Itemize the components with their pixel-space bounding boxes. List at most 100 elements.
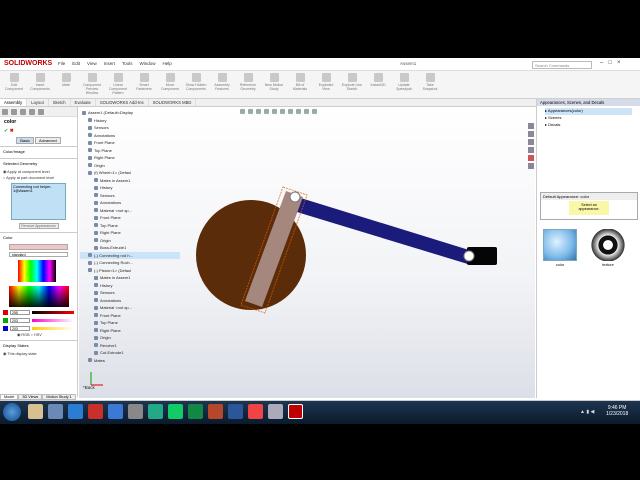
zoom-area-icon[interactable]	[248, 109, 253, 114]
tree-item[interactable]: Sensors	[80, 192, 180, 200]
previous-view-icon[interactable]	[256, 109, 261, 114]
connecting-rod-part[interactable]	[287, 195, 471, 265]
tree-item[interactable]: (-) Connecting Rod<...	[80, 259, 180, 267]
color-mode-dropdown[interactable]: standard	[9, 252, 68, 257]
file-explorer-icon[interactable]	[528, 139, 534, 145]
ribbon-button-update-speedpak[interactable]: Update Speedpak	[393, 73, 415, 97]
selected-entities-list[interactable]: Connecting rod helper-1@Assem1	[11, 183, 66, 220]
close-icon[interactable]: ×	[617, 60, 621, 66]
tree-item[interactable]: Mates	[80, 357, 180, 365]
color-section[interactable]: Color	[0, 232, 77, 242]
ribbon-button-explode-line-sketch[interactable]: Explode Line Sketch	[341, 73, 363, 97]
ribbon-button-component-preview-window[interactable]: Component Preview Window	[81, 73, 103, 97]
solidworks-taskbar-icon[interactable]	[288, 404, 303, 419]
color-palette[interactable]	[18, 260, 56, 282]
menu-item-file[interactable]: File	[58, 61, 65, 66]
color-spectrum[interactable]	[9, 286, 69, 307]
tree-item[interactable]: Annotations	[80, 297, 180, 305]
ribbon-button-instant3d[interactable]: Instant3D	[367, 73, 389, 97]
tree-item[interactable]: Right Plane	[80, 327, 180, 335]
this-display-state-radio[interactable]: ◉ This display state	[0, 350, 77, 357]
thumb-color[interactable]: color	[543, 229, 577, 267]
video-taskbar-icon[interactable]	[148, 404, 163, 419]
ribbon-button-linear-component-pattern[interactable]: Linear Component Pattern	[107, 73, 129, 97]
tree-item[interactable]: Sensors	[80, 289, 180, 297]
tree-item[interactable]: Annotations	[80, 132, 180, 140]
ribbon-button-take-snapshot[interactable]: Take Snapshot	[419, 73, 441, 97]
display-manager-icon[interactable]	[38, 109, 44, 115]
tree-item-appearances[interactable]: ▸ Appearances(color)	[545, 108, 632, 115]
tree-item[interactable]: Front Plane	[80, 139, 180, 147]
maximize-icon[interactable]: □	[608, 60, 612, 66]
tab-basic[interactable]: Basic	[16, 137, 34, 144]
tree-item[interactable]: Mates in Assem1	[80, 274, 180, 282]
tree-item[interactable]: Revolve1	[80, 342, 180, 350]
custom-properties-icon[interactable]	[528, 163, 534, 169]
tree-item[interactable]: (-) Piston<1> (Defaul	[80, 267, 180, 275]
tree-item[interactable]: Origin	[80, 237, 180, 245]
tree-item[interactable]: Cut-Extrude1	[80, 349, 180, 357]
tree-item[interactable]: Annotations	[80, 199, 180, 207]
taskbar-clock[interactable]: 9:46 PM 1/23/2018	[606, 405, 628, 417]
appearances-icon[interactable]	[528, 155, 534, 161]
ribbon-button-new-motion-study[interactable]: New Motion Study	[263, 73, 285, 97]
tree-item[interactable]: Sensors	[80, 124, 180, 132]
tab-layout[interactable]: Layout	[27, 99, 49, 106]
outlook-taskbar-icon[interactable]	[108, 404, 123, 419]
powerpoint-taskbar-icon[interactable]	[208, 404, 223, 419]
excel-taskbar-icon[interactable]	[188, 404, 203, 419]
red-slider[interactable]	[32, 311, 74, 314]
app-taskbar-icon[interactable]	[88, 404, 103, 419]
tree-item-scenes[interactable]: ▸ Scenes	[545, 115, 632, 122]
word-taskbar-icon[interactable]	[228, 404, 243, 419]
tree-item[interactable]: Origin	[80, 162, 180, 170]
apply-part-level-radio[interactable]: ○ Apply at part document level	[0, 175, 77, 181]
tree-item[interactable]: Material <not sp...	[80, 304, 180, 312]
selected-entity-item[interactable]: Connecting rod helper-1@Assem1	[13, 185, 64, 193]
tab-sketch[interactable]: Sketch	[49, 99, 71, 106]
color-image-section[interactable]: Color/Image	[0, 146, 77, 156]
ribbon-button-smart-fasteners[interactable]: Smart Fasteners	[133, 73, 155, 97]
search-commands-input[interactable]: Search Commands	[532, 61, 592, 69]
property-manager-icon[interactable]	[11, 109, 17, 115]
apply-component-level-radio[interactable]: ◉ Apply at component level	[0, 168, 77, 175]
tab-advanced[interactable]: Advanced	[34, 137, 61, 144]
ribbon-button-assembly-features[interactable]: Assembly Features	[211, 73, 233, 97]
tree-item[interactable]: Material <not sp...	[80, 207, 180, 215]
zoom-fit-icon[interactable]	[240, 109, 245, 114]
tab-evaluate[interactable]: Evaluate	[71, 99, 96, 106]
view-settings-icon[interactable]	[312, 109, 317, 114]
tree-item[interactable]: History	[80, 117, 180, 125]
color-thumbnail-image[interactable]	[543, 229, 577, 261]
cancel-icon[interactable]: ✖	[10, 128, 14, 134]
feature-tree-icon[interactable]	[2, 109, 8, 115]
tree-item[interactable]: Boss-Extrude1	[80, 244, 180, 252]
rgb-hsv-toggle[interactable]: ◉ RGB ○ HSV	[14, 331, 77, 338]
tree-item[interactable]: Top Plane	[80, 222, 180, 230]
menu-item-insert[interactable]: Insert	[104, 61, 115, 66]
triangle-app-taskbar-icon[interactable]	[168, 404, 183, 419]
blue-value-input[interactable]: 203	[10, 326, 30, 331]
tree-item[interactable]: History	[80, 282, 180, 290]
tab-solidworks-mbd[interactable]: SOLIDWORKS MBD	[149, 99, 197, 106]
ribbon-button-mate[interactable]: Mate	[55, 73, 77, 97]
edit-appearance-icon[interactable]	[296, 109, 301, 114]
selected-geometry-section[interactable]: Selected Geometry	[0, 158, 77, 168]
ribbon-button-insert-components[interactable]: Insert Components	[29, 73, 51, 97]
tree-item[interactable]: Top Plane	[80, 147, 180, 155]
minimize-icon[interactable]: –	[600, 60, 603, 66]
menu-item-help[interactable]: Help	[163, 61, 172, 66]
internet-explorer-taskbar-icon[interactable]	[68, 404, 83, 419]
file-explorer-taskbar-icon[interactable]	[28, 404, 43, 419]
section-view-icon[interactable]	[264, 109, 269, 114]
config-manager-icon[interactable]	[20, 109, 26, 115]
ribbon-button-reference-geometry[interactable]: Reference Geometry	[237, 73, 259, 97]
remove-appearances-button[interactable]: Remove Appearances	[18, 223, 59, 229]
tree-item-decals[interactable]: ▸ Decals	[545, 122, 632, 129]
ribbon-button-bill-of-materials[interactable]: Bill of Materials	[289, 73, 311, 97]
design-library-icon[interactable]	[528, 131, 534, 137]
display-style-icon[interactable]	[280, 109, 285, 114]
tab-solidworks-add-ins[interactable]: SOLIDWORKS Add-Ins	[96, 99, 149, 106]
tree-item[interactable]: (f) Wheel<1> (Defaul	[80, 169, 180, 177]
tree-item[interactable]: Right Plane	[80, 154, 180, 162]
